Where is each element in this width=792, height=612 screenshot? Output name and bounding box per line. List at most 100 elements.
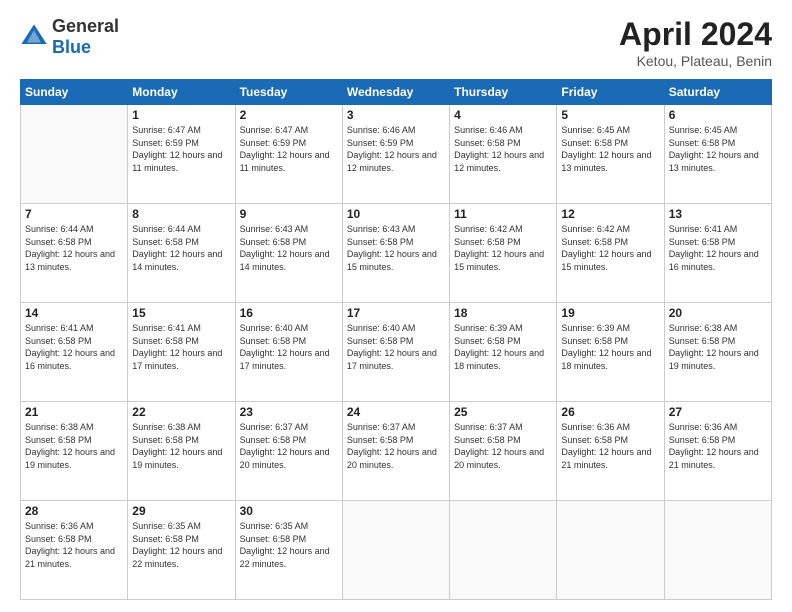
day-info: Sunrise: 6:46 AMSunset: 6:59 PMDaylight:… <box>347 124 445 174</box>
calendar-cell <box>342 501 449 600</box>
day-number: 26 <box>561 405 659 419</box>
calendar-cell: 15 Sunrise: 6:41 AMSunset: 6:58 PMDayligh… <box>128 303 235 402</box>
day-info: Sunrise: 6:35 AMSunset: 6:58 PMDaylight:… <box>132 520 230 570</box>
day-number: 3 <box>347 108 445 122</box>
day-number: 21 <box>25 405 123 419</box>
day-number: 2 <box>240 108 338 122</box>
day-info: Sunrise: 6:38 AMSunset: 6:58 PMDaylight:… <box>132 421 230 471</box>
day-info: Sunrise: 6:45 AMSunset: 6:58 PMDaylight:… <box>561 124 659 174</box>
header: General Blue April 2024 Ketou, Plateau, … <box>20 16 772 69</box>
day-number: 12 <box>561 207 659 221</box>
calendar-cell: 22 Sunrise: 6:38 AMSunset: 6:58 PMDayligh… <box>128 402 235 501</box>
day-info: Sunrise: 6:37 AMSunset: 6:58 PMDaylight:… <box>347 421 445 471</box>
day-info: Sunrise: 6:37 AMSunset: 6:58 PMDaylight:… <box>454 421 552 471</box>
col-header-wednesday: Wednesday <box>342 80 449 105</box>
calendar-cell: 11 Sunrise: 6:42 AMSunset: 6:58 PMDayligh… <box>450 204 557 303</box>
calendar-cell: 18Sunrise: 6:39 AMSunset: 6:58 PMDayligh… <box>450 303 557 402</box>
day-info: Sunrise: 6:35 AMSunset: 6:58 PMDaylight:… <box>240 520 338 570</box>
day-number: 24 <box>347 405 445 419</box>
day-number: 13 <box>669 207 767 221</box>
logo: General Blue <box>20 16 119 58</box>
calendar-cell: 23Sunrise: 6:37 AMSunset: 6:58 PMDayligh… <box>235 402 342 501</box>
day-info: Sunrise: 6:36 AMSunset: 6:58 PMDaylight:… <box>25 520 123 570</box>
col-header-sunday: Sunday <box>21 80 128 105</box>
calendar-cell <box>664 501 771 600</box>
calendar-week-row: 1 Sunrise: 6:47 AMSunset: 6:59 PMDaylight… <box>21 105 772 204</box>
day-number: 16 <box>240 306 338 320</box>
day-number: 11 <box>454 207 552 221</box>
title-block: April 2024 Ketou, Plateau, Benin <box>619 16 772 69</box>
calendar-cell: 1 Sunrise: 6:47 AMSunset: 6:59 PMDaylight… <box>128 105 235 204</box>
calendar-cell: 26Sunrise: 6:36 AMSunset: 6:58 PMDayligh… <box>557 402 664 501</box>
day-info: Sunrise: 6:38 AMSunset: 6:58 PMDaylight:… <box>669 322 767 372</box>
calendar-week-row: 14 Sunrise: 6:41 AMSunset: 6:58 PMDayligh… <box>21 303 772 402</box>
day-number: 23 <box>240 405 338 419</box>
day-number: 22 <box>132 405 230 419</box>
day-info: Sunrise: 6:39 AMSunset: 6:58 PMDaylight:… <box>561 322 659 372</box>
calendar-week-row: 28 Sunrise: 6:36 AMSunset: 6:58 PMDayligh… <box>21 501 772 600</box>
calendar-cell: 10 Sunrise: 6:43 AMSunset: 6:58 PMDayligh… <box>342 204 449 303</box>
col-header-saturday: Saturday <box>664 80 771 105</box>
day-info: Sunrise: 6:41 AMSunset: 6:58 PMDaylight:… <box>669 223 767 273</box>
day-info: Sunrise: 6:47 AMSunset: 6:59 PMDaylight:… <box>132 124 230 174</box>
logo-icon <box>20 23 48 51</box>
page: General Blue April 2024 Ketou, Plateau, … <box>0 0 792 612</box>
calendar-cell <box>450 501 557 600</box>
day-number: 8 <box>132 207 230 221</box>
day-number: 29 <box>132 504 230 518</box>
day-number: 30 <box>240 504 338 518</box>
day-number: 20 <box>669 306 767 320</box>
calendar-cell: 8 Sunrise: 6:44 AMSunset: 6:58 PMDaylight… <box>128 204 235 303</box>
day-info: Sunrise: 6:39 AMSunset: 6:58 PMDaylight:… <box>454 322 552 372</box>
day-info: Sunrise: 6:44 AMSunset: 6:58 PMDaylight:… <box>25 223 123 273</box>
day-info: Sunrise: 6:38 AMSunset: 6:58 PMDaylight:… <box>25 421 123 471</box>
calendar-cell: 2Sunrise: 6:47 AMSunset: 6:59 PMDaylight… <box>235 105 342 204</box>
calendar-cell: 16Sunrise: 6:40 AMSunset: 6:58 PMDayligh… <box>235 303 342 402</box>
day-number: 17 <box>347 306 445 320</box>
calendar-cell <box>21 105 128 204</box>
calendar-table: SundayMondayTuesdayWednesdayThursdayFrid… <box>20 79 772 600</box>
day-number: 7 <box>25 207 123 221</box>
calendar-cell: 29 Sunrise: 6:35 AMSunset: 6:58 PMDayligh… <box>128 501 235 600</box>
day-info: Sunrise: 6:42 AMSunset: 6:58 PMDaylight:… <box>561 223 659 273</box>
calendar-cell: 6Sunrise: 6:45 AMSunset: 6:58 PMDaylight… <box>664 105 771 204</box>
day-number: 4 <box>454 108 552 122</box>
location: Ketou, Plateau, Benin <box>619 53 772 69</box>
calendar-cell: 12 Sunrise: 6:42 AMSunset: 6:58 PMDayligh… <box>557 204 664 303</box>
day-number: 25 <box>454 405 552 419</box>
calendar-week-row: 21 Sunrise: 6:38 AMSunset: 6:58 PMDayligh… <box>21 402 772 501</box>
calendar-cell: 28 Sunrise: 6:36 AMSunset: 6:58 PMDayligh… <box>21 501 128 600</box>
calendar-cell: 27 Sunrise: 6:36 AMSunset: 6:58 PMDayligh… <box>664 402 771 501</box>
day-number: 28 <box>25 504 123 518</box>
calendar-cell: 4Sunrise: 6:46 AMSunset: 6:58 PMDaylight… <box>450 105 557 204</box>
day-info: Sunrise: 6:36 AMSunset: 6:58 PMDaylight:… <box>669 421 767 471</box>
calendar-cell: 14 Sunrise: 6:41 AMSunset: 6:58 PMDayligh… <box>21 303 128 402</box>
calendar-cell: 20 Sunrise: 6:38 AMSunset: 6:58 PMDayligh… <box>664 303 771 402</box>
logo-general: General <box>52 16 119 36</box>
calendar-cell <box>557 501 664 600</box>
day-number: 14 <box>25 306 123 320</box>
day-info: Sunrise: 6:44 AMSunset: 6:58 PMDaylight:… <box>132 223 230 273</box>
day-number: 19 <box>561 306 659 320</box>
calendar-cell: 5Sunrise: 6:45 AMSunset: 6:58 PMDaylight… <box>557 105 664 204</box>
calendar-cell: 17 Sunrise: 6:40 AMSunset: 6:58 PMDayligh… <box>342 303 449 402</box>
day-info: Sunrise: 6:45 AMSunset: 6:58 PMDaylight:… <box>669 124 767 174</box>
day-number: 10 <box>347 207 445 221</box>
day-number: 1 <box>132 108 230 122</box>
day-info: Sunrise: 6:40 AMSunset: 6:58 PMDaylight:… <box>347 322 445 372</box>
day-number: 15 <box>132 306 230 320</box>
calendar-cell: 24 Sunrise: 6:37 AMSunset: 6:58 PMDayligh… <box>342 402 449 501</box>
calendar-cell: 30 Sunrise: 6:35 AMSunset: 6:58 PMDayligh… <box>235 501 342 600</box>
day-info: Sunrise: 6:43 AMSunset: 6:58 PMDaylight:… <box>347 223 445 273</box>
col-header-thursday: Thursday <box>450 80 557 105</box>
day-info: Sunrise: 6:42 AMSunset: 6:58 PMDaylight:… <box>454 223 552 273</box>
calendar-header-row: SundayMondayTuesdayWednesdayThursdayFrid… <box>21 80 772 105</box>
calendar-cell: 13 Sunrise: 6:41 AMSunset: 6:58 PMDayligh… <box>664 204 771 303</box>
day-info: Sunrise: 6:41 AMSunset: 6:58 PMDaylight:… <box>25 322 123 372</box>
day-number: 27 <box>669 405 767 419</box>
col-header-friday: Friday <box>557 80 664 105</box>
day-info: Sunrise: 6:41 AMSunset: 6:58 PMDaylight:… <box>132 322 230 372</box>
calendar-cell: 21 Sunrise: 6:38 AMSunset: 6:58 PMDayligh… <box>21 402 128 501</box>
calendar-cell: 25 Sunrise: 6:37 AMSunset: 6:58 PMDayligh… <box>450 402 557 501</box>
calendar-cell: 7 Sunrise: 6:44 AMSunset: 6:58 PMDaylight… <box>21 204 128 303</box>
